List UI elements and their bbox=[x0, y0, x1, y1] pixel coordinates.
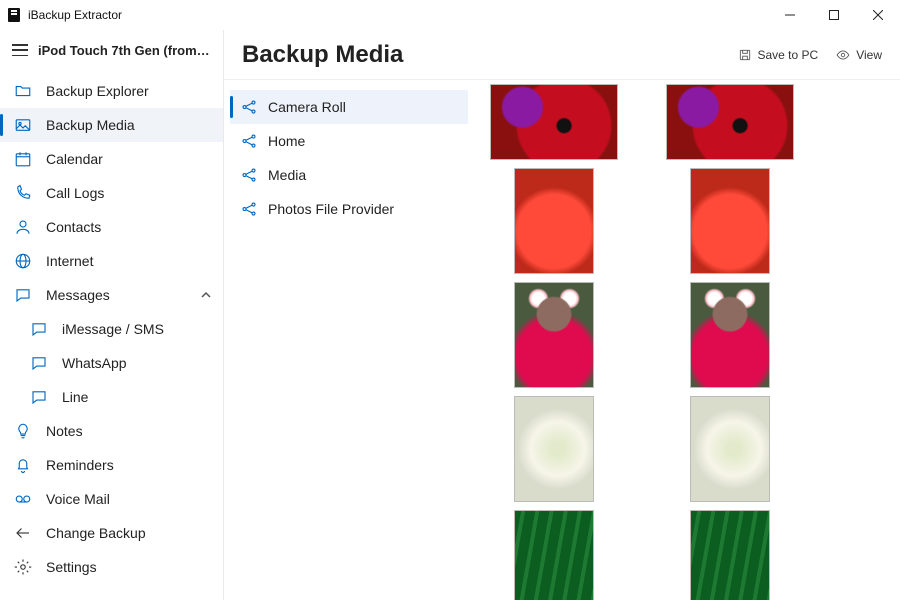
voicemail-icon bbox=[14, 490, 32, 508]
photo-thumbnail[interactable] bbox=[690, 510, 770, 600]
album-label: Media bbox=[268, 167, 306, 183]
photo-thumbnail[interactable] bbox=[490, 84, 618, 160]
sidebar-item-label: Notes bbox=[46, 423, 83, 439]
sidebar-list: Backup Explorer Backup Media Calendar Ca… bbox=[0, 70, 223, 600]
photo-thumbnail[interactable] bbox=[514, 168, 594, 274]
sidebar-item-settings[interactable]: Settings bbox=[0, 550, 223, 584]
sidebar-item-messages[interactable]: Messages bbox=[0, 278, 223, 312]
chat-icon bbox=[30, 354, 48, 372]
titlebar: iBackup Extractor bbox=[0, 0, 900, 30]
sidebar-item-label: Backup Media bbox=[46, 117, 135, 133]
view-button[interactable]: View bbox=[836, 48, 882, 62]
sidebar-item-voice-mail[interactable]: Voice Mail bbox=[0, 482, 223, 516]
photo-thumbnail[interactable] bbox=[666, 84, 794, 160]
sidebar-item-imessage-sms[interactable]: iMessage / SMS bbox=[0, 312, 223, 346]
photo-thumbnail[interactable] bbox=[514, 282, 594, 388]
save-label: Save to PC bbox=[758, 48, 819, 62]
sidebar-item-label: Settings bbox=[46, 559, 97, 575]
close-button[interactable] bbox=[856, 0, 900, 30]
app-name: iBackup Extractor bbox=[28, 8, 122, 22]
sidebar-item-change-backup[interactable]: Change Backup bbox=[0, 516, 223, 550]
content: Backup Media Save to PC View Camera Roll bbox=[224, 30, 900, 600]
sidebar-item-whatsapp[interactable]: WhatsApp bbox=[0, 346, 223, 380]
share-nodes-icon bbox=[240, 166, 258, 184]
window-controls bbox=[768, 0, 900, 30]
album-item-photos-file-provider[interactable]: Photos File Provider bbox=[230, 192, 468, 226]
gear-icon bbox=[14, 558, 32, 576]
page-title: Backup Media bbox=[242, 41, 403, 69]
sidebar: iPod Touch 7th Gen (from To… Backup Expl… bbox=[0, 30, 224, 600]
sidebar-item-label: Voice Mail bbox=[46, 491, 110, 507]
photo-thumbnail[interactable] bbox=[514, 510, 594, 600]
chat-icon bbox=[30, 388, 48, 406]
sidebar-item-internet[interactable]: Internet bbox=[0, 244, 223, 278]
calendar-icon bbox=[14, 150, 32, 168]
save-to-pc-button[interactable]: Save to PC bbox=[738, 48, 819, 62]
bell-icon bbox=[14, 456, 32, 474]
content-header: Backup Media Save to PC View bbox=[224, 30, 900, 80]
sidebar-item-label: iMessage / SMS bbox=[62, 321, 164, 337]
menu-button[interactable] bbox=[12, 44, 28, 56]
sidebar-item-label: Internet bbox=[46, 253, 93, 269]
sidebar-item-label: Calendar bbox=[46, 151, 103, 167]
sidebar-item-label: Call Logs bbox=[46, 185, 104, 201]
eye-icon bbox=[836, 48, 850, 62]
maximize-button[interactable] bbox=[812, 0, 856, 30]
lightbulb-icon bbox=[14, 422, 32, 440]
arrow-left-icon bbox=[14, 524, 32, 542]
share-nodes-icon bbox=[240, 200, 258, 218]
album-list: Camera Roll Home Media Photos File Provi… bbox=[224, 80, 474, 600]
photo-thumbnail[interactable] bbox=[514, 396, 594, 502]
folder-icon bbox=[14, 82, 32, 100]
sidebar-item-call-logs[interactable]: Call Logs bbox=[0, 176, 223, 210]
sidebar-item-label: Change Backup bbox=[46, 525, 146, 541]
image-icon bbox=[14, 116, 32, 134]
app-icon bbox=[6, 7, 22, 23]
sidebar-item-backup-explorer[interactable]: Backup Explorer bbox=[0, 74, 223, 108]
album-item-camera-roll[interactable]: Camera Roll bbox=[230, 90, 468, 124]
sidebar-item-label: Backup Explorer bbox=[46, 83, 149, 99]
globe-icon bbox=[14, 252, 32, 270]
sidebar-item-label: Line bbox=[62, 389, 88, 405]
sidebar-item-label: Reminders bbox=[46, 457, 114, 473]
sidebar-item-label: Contacts bbox=[46, 219, 101, 235]
share-nodes-icon bbox=[240, 132, 258, 150]
save-icon bbox=[738, 48, 752, 62]
photo-thumbnail[interactable] bbox=[690, 396, 770, 502]
album-label: Photos File Provider bbox=[268, 201, 394, 217]
chat-icon bbox=[14, 286, 32, 304]
photo-thumbnail[interactable] bbox=[690, 282, 770, 388]
sidebar-item-notes[interactable]: Notes bbox=[0, 414, 223, 448]
view-label: View bbox=[856, 48, 882, 62]
sidebar-item-contacts[interactable]: Contacts bbox=[0, 210, 223, 244]
share-nodes-icon bbox=[240, 98, 258, 116]
chat-icon bbox=[30, 320, 48, 338]
album-item-home[interactable]: Home bbox=[230, 124, 468, 158]
thumbnail-grid[interactable] bbox=[474, 80, 900, 600]
album-item-media[interactable]: Media bbox=[230, 158, 468, 192]
sidebar-item-label: Messages bbox=[46, 287, 110, 303]
person-icon bbox=[14, 218, 32, 236]
phone-icon bbox=[14, 184, 32, 202]
album-label: Home bbox=[268, 133, 305, 149]
album-label: Camera Roll bbox=[268, 99, 346, 115]
sidebar-item-line[interactable]: Line bbox=[0, 380, 223, 414]
sidebar-item-label: WhatsApp bbox=[62, 355, 127, 371]
device-name: iPod Touch 7th Gen (from To… bbox=[38, 43, 211, 58]
chevron-up-icon bbox=[201, 287, 211, 303]
sidebar-item-calendar[interactable]: Calendar bbox=[0, 142, 223, 176]
photo-thumbnail[interactable] bbox=[690, 168, 770, 274]
sidebar-item-backup-media[interactable]: Backup Media bbox=[0, 108, 223, 142]
sidebar-item-reminders[interactable]: Reminders bbox=[0, 448, 223, 482]
minimize-button[interactable] bbox=[768, 0, 812, 30]
